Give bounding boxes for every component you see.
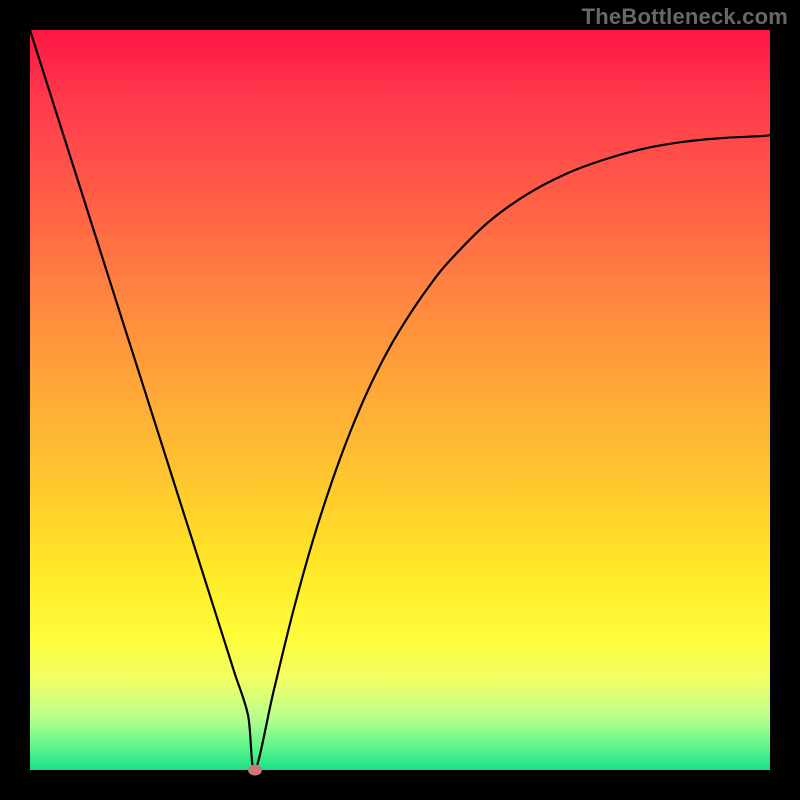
chart-container: TheBottleneck.com <box>0 0 800 800</box>
minimum-marker <box>248 765 262 776</box>
plot-area <box>30 30 770 770</box>
watermark-text: TheBottleneck.com <box>582 4 788 30</box>
bottleneck-curve <box>30 30 770 770</box>
